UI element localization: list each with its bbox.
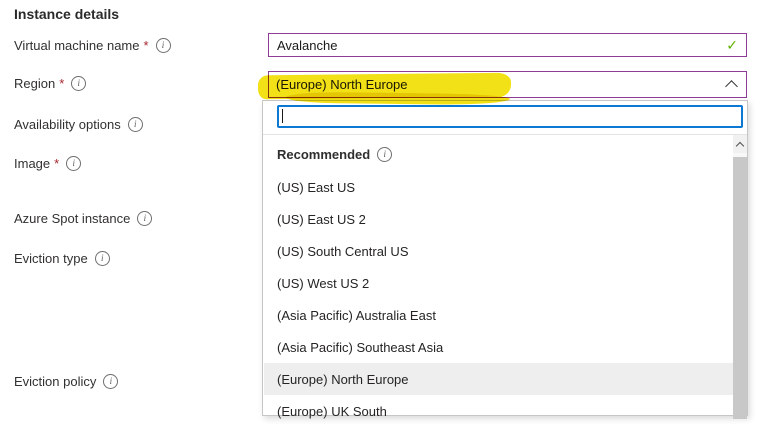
region-dropdown-panel: Recommended i (US) East US (US) East US … xyxy=(262,100,748,416)
field-label-eviction-type: Eviction type i xyxy=(14,248,110,268)
dropdown-group-header: Recommended i xyxy=(264,139,732,169)
scroll-up-arrow-icon xyxy=(736,141,744,149)
info-icon[interactable]: i xyxy=(128,117,143,132)
scrollbar-up-button[interactable] xyxy=(733,135,747,153)
chevron-up-icon xyxy=(725,80,738,93)
virtual-machine-name-field[interactable]: ✓ xyxy=(268,33,747,57)
required-marker: * xyxy=(59,76,64,91)
dropdown-option-east-us[interactable]: (US) East US xyxy=(264,171,733,203)
region-search-input[interactable] xyxy=(277,105,743,128)
divider xyxy=(263,134,747,135)
virtual-machine-name-input[interactable] xyxy=(277,38,720,53)
required-marker: * xyxy=(54,156,59,171)
info-icon[interactable]: i xyxy=(156,38,171,53)
validation-check-icon: ✓ xyxy=(726,37,738,54)
dropdown-option-north-europe[interactable]: (Europe) North Europe xyxy=(264,363,733,395)
field-label-text: Availability options xyxy=(14,117,121,132)
dropdown-scrollbar[interactable] xyxy=(733,135,747,415)
field-label-text: Region xyxy=(14,76,55,91)
field-label-text: Eviction policy xyxy=(14,374,96,389)
text-caret xyxy=(282,109,283,123)
field-label-text: Virtual machine name xyxy=(14,38,140,53)
field-label-image: Image * i xyxy=(14,153,81,173)
field-label-text: Azure Spot instance xyxy=(14,211,130,226)
dropdown-option-uk-south[interactable]: (Europe) UK South xyxy=(264,395,733,427)
dropdown-option-west-us-2[interactable]: (US) West US 2 xyxy=(264,267,733,299)
field-label-region: Region * i xyxy=(14,73,86,93)
field-label-text: Eviction type xyxy=(14,251,88,266)
field-label-eviction-policy: Eviction policy i xyxy=(14,371,118,391)
dropdown-option-east-us-2[interactable]: (US) East US 2 xyxy=(264,203,733,235)
group-header-text: Recommended xyxy=(277,147,370,162)
info-icon[interactable]: i xyxy=(71,76,86,91)
field-label-text: Image xyxy=(14,156,50,171)
region-combobox[interactable]: (Europe) North Europe xyxy=(268,71,747,98)
dropdown-option-south-central-us[interactable]: (US) South Central US xyxy=(264,235,733,267)
required-marker: * xyxy=(144,38,149,53)
region-combobox-value: (Europe) North Europe xyxy=(276,77,408,92)
section-title: Instance details xyxy=(14,6,119,22)
dropdown-option-southeast-asia[interactable]: (Asia Pacific) Southeast Asia xyxy=(264,331,733,363)
info-icon[interactable]: i xyxy=(377,147,392,162)
field-label-availability-options: Availability options i xyxy=(14,114,143,134)
field-label-azure-spot-instance: Azure Spot instance i xyxy=(14,208,152,228)
field-label-virtual-machine-name: Virtual machine name * i xyxy=(14,35,171,55)
info-icon[interactable]: i xyxy=(66,156,81,171)
scrollbar-thumb[interactable] xyxy=(733,157,747,419)
info-icon[interactable]: i xyxy=(137,211,152,226)
info-icon[interactable]: i xyxy=(103,374,118,389)
info-icon[interactable]: i xyxy=(95,251,110,266)
dropdown-option-australia-east[interactable]: (Asia Pacific) Australia East xyxy=(264,299,733,331)
